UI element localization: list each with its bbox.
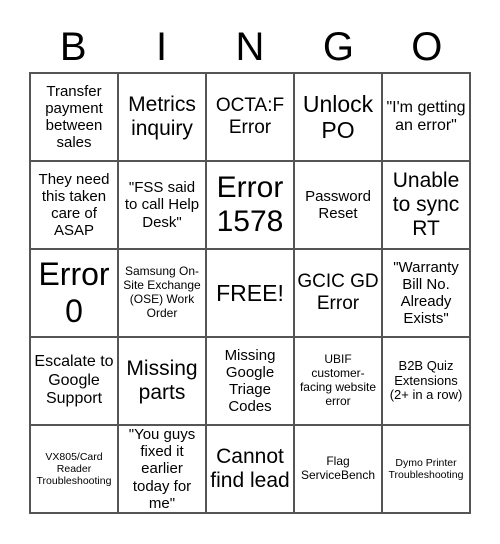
bingo-cell[interactable]: B2B Quiz Extensions (2+ in a row) xyxy=(382,337,470,425)
bingo-cell[interactable]: Error 1578 xyxy=(206,161,294,249)
bingo-cell[interactable]: VX805/Card Reader Troubleshooting xyxy=(30,425,118,513)
bingo-cell[interactable]: "Warranty Bill No. Already Exists" xyxy=(382,249,470,337)
bingo-cell[interactable]: Unlock PO xyxy=(294,73,382,161)
bingo-cell[interactable]: Password Reset xyxy=(294,161,382,249)
bingo-cell[interactable]: Missing parts xyxy=(118,337,206,425)
bingo-cell[interactable]: "FSS said to call Help Desk" xyxy=(118,161,206,249)
bingo-cell[interactable]: Flag ServiceBench xyxy=(294,425,382,513)
bingo-cell[interactable]: Missing Google Triage Codes xyxy=(206,337,294,425)
bingo-cell[interactable]: Escalate to Google Support xyxy=(30,337,118,425)
bingo-cell[interactable]: Metrics inquiry xyxy=(118,73,206,161)
bingo-cell[interactable]: OCTA:F Error xyxy=(206,73,294,161)
bingo-cell[interactable]: Transfer payment between sales xyxy=(30,73,118,161)
free-space-cell[interactable]: FREE! xyxy=(206,249,294,337)
header-letter-n: N xyxy=(235,25,265,69)
bingo-header: B I N G O xyxy=(29,22,471,72)
header-letter-i: I xyxy=(156,25,168,69)
bingo-cell[interactable]: "I'm getting an error" xyxy=(382,73,470,161)
bingo-cell[interactable]: Cannot find lead xyxy=(206,425,294,513)
header-letter-g: G xyxy=(322,25,354,69)
bingo-cell[interactable]: They need this taken care of ASAP xyxy=(30,161,118,249)
header-letter-b: B xyxy=(59,25,87,69)
bingo-cell[interactable]: Error 0 xyxy=(30,249,118,337)
bingo-cell[interactable]: GCIC GD Error xyxy=(294,249,382,337)
header-letter-o: O xyxy=(411,25,443,69)
bingo-cell[interactable]: Dymo Printer Troubleshooting xyxy=(382,425,470,513)
bingo-board: Transfer payment between sales Metrics in… xyxy=(29,72,471,514)
bingo-cell[interactable]: UBIF customer-facing website error xyxy=(294,337,382,425)
bingo-cell[interactable]: Samsung On-Site Exchange (OSE) Work Orde… xyxy=(118,249,206,337)
bingo-cell[interactable]: "You guys fixed it earlier today for me" xyxy=(118,425,206,513)
bingo-cell[interactable]: Unable to sync RT xyxy=(382,161,470,249)
